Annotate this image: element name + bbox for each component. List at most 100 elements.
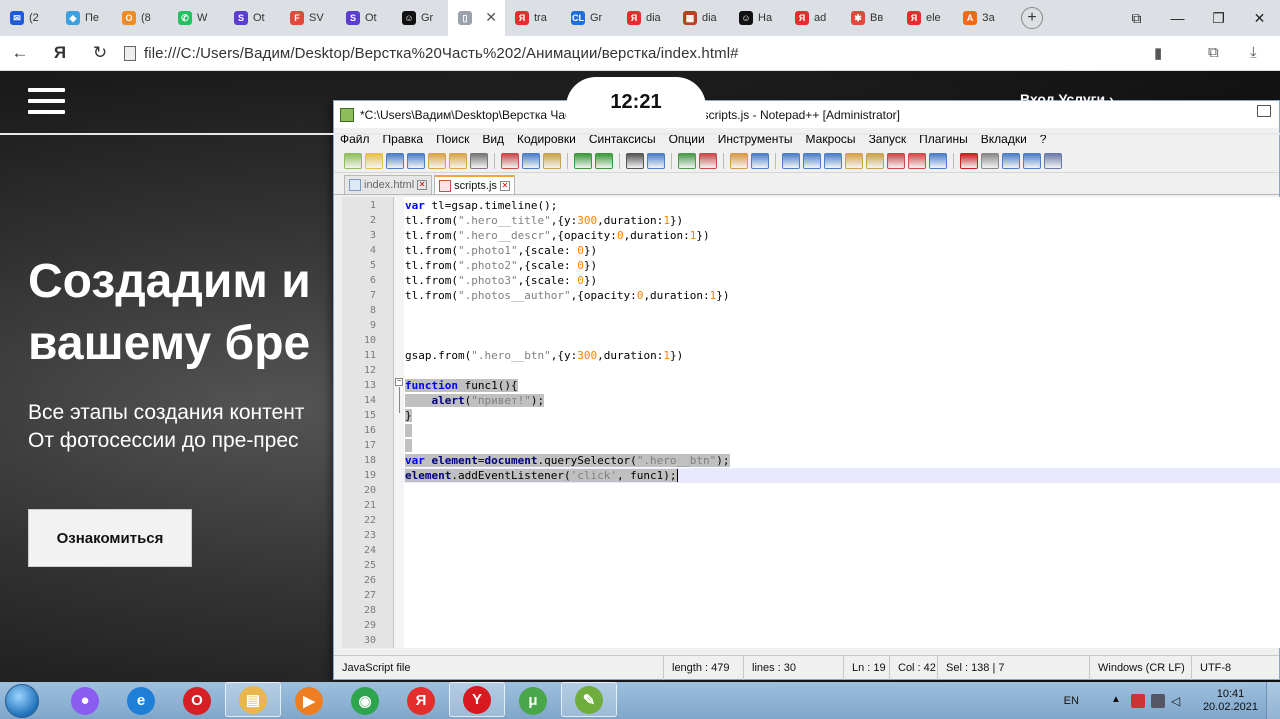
taskbar-app-utorrent[interactable]: μ [505,682,561,719]
language-indicator[interactable]: EN [1064,695,1079,707]
bookmark-icon[interactable]: ▮ [1154,44,1162,62]
show-desktop-button[interactable] [1266,682,1280,719]
toolbar-button-icon[interactable] [803,152,821,169]
start-button[interactable] [5,683,39,718]
npp-doc-tab-label: index.html [364,179,415,191]
tab-list-button[interactable]: ⧉ [1116,10,1157,27]
tab-favicon-icon: ◆ [66,11,80,25]
toolbar-button-icon[interactable] [365,152,383,169]
toolbar-button-icon[interactable] [407,152,425,169]
toolbar-button-icon[interactable] [887,152,905,169]
npp-doc-tab[interactable]: index.html ✕ [344,175,433,194]
browser-tab[interactable]: ✱ Вв [841,0,897,36]
browser-tab[interactable]: ▦ dia [673,0,729,36]
toolbar-button-icon[interactable] [824,152,842,169]
yandex-logo-icon[interactable]: Я [40,43,80,63]
taskbar-app-ie[interactable]: e [113,682,169,719]
taskbar-app-notepadpp[interactable]: ✎ [561,682,617,717]
toolbar-button-icon[interactable] [1044,152,1062,169]
toolbar-button-icon[interactable] [866,152,884,169]
download-icon[interactable]: ⤓ [1250,44,1257,61]
status-encoding[interactable]: UTF-8 [1192,656,1239,680]
toolbar-button-icon[interactable] [678,152,696,169]
toolbar-button-icon[interactable] [522,152,540,169]
toolbar-button-icon[interactable] [595,152,613,169]
toolbar-button-icon[interactable] [782,152,800,169]
toolbar-button-icon[interactable] [449,152,467,169]
fold-margin[interactable]: − [394,197,404,648]
hero-button[interactable]: Ознакомиться [28,509,192,567]
browser-tab[interactable]: Яdia [617,0,673,36]
tab-close-icon[interactable]: ✕ [485,9,497,26]
toolbar-button-icon[interactable] [1023,152,1041,169]
toolbar-button-icon[interactable] [386,152,404,169]
taskbar-app-yandex[interactable]: Я [393,682,449,719]
toolbar-button-icon[interactable] [574,152,592,169]
tray-date: 20.02.2021 [1202,700,1258,713]
network-icon[interactable] [1150,693,1165,708]
browser-tab[interactable]: ▯ ✕ [448,0,505,36]
toolbar-button-icon[interactable] [543,152,561,169]
browser-tab[interactable]: CL Gr [561,0,617,36]
browser-tab[interactable]: Яad [785,0,841,36]
browser-tab[interactable]: S Ot [224,0,280,36]
taskbar-app-explorer[interactable]: ▤ [225,682,281,717]
toolbar-button-icon[interactable] [501,152,519,169]
toolbar-button-icon[interactable] [428,152,446,169]
toolbar-button-icon[interactable] [699,152,717,169]
tab-label: (2 [29,12,39,24]
toolbar-button-icon[interactable] [470,152,488,169]
toolbar-button-icon[interactable] [845,152,863,169]
browser-tab[interactable]: Яele [897,0,953,36]
browser-tab[interactable]: ✉ (2 [0,0,56,36]
fold-marker-icon[interactable]: − [395,378,403,386]
volume-icon[interactable]: ◁ [1171,694,1185,708]
new-tab-button[interactable]: + [1021,7,1043,29]
reload-button[interactable]: ↻ [80,43,120,63]
toolbar-button-icon[interactable] [1002,152,1020,169]
taskbar-app-chrome[interactable]: ◉ [337,682,393,719]
taskbar-app-alice[interactable]: ● [57,682,113,719]
browser-tab[interactable]: ◆ Пе [56,0,112,36]
tray-clock[interactable]: 10:41 20.02.2021 [1203,688,1258,714]
back-button[interactable]: ← [0,43,40,63]
toolbar-button-icon[interactable] [647,152,665,169]
taskbar-app-opera[interactable]: O [169,682,225,719]
tray-warning-icon[interactable] [1130,693,1145,708]
toolbar-button-icon[interactable] [981,152,999,169]
browser-tab[interactable]: ✆ W [168,0,224,36]
taskbar-app-media[interactable]: ▶ [281,682,337,719]
close-button[interactable]: ✕ [1239,10,1280,27]
browser-tab[interactable]: F SV [280,0,336,36]
toolbar-button-icon[interactable] [344,152,362,169]
top-nav[interactable]: Вход Услуги › [1020,91,1114,107]
url-field[interactable]: file:///C:/Users/Вадим/Desktop/Верстка%2… [144,45,739,62]
code-area[interactable]: var tl=gsap.timeline(); tl.from(".hero__… [404,197,1280,648]
browser-tab[interactable]: ☺ Gr [392,0,448,36]
code-editor[interactable]: 1 2 3 4 5 6 7 8 9 10 11 12 13 14 15 16 17 18 19 20 21 22 23 24 2… [342,197,1280,648]
browser-tab[interactable]: ☺ Ha [729,0,785,36]
browser-tab[interactable]: Яtra [505,0,561,36]
browser-tab[interactable]: A За [953,0,1009,36]
toolbar-button-icon[interactable] [751,152,769,169]
npp-doc-tab[interactable]: scripts.js ✕ [434,175,515,194]
taskbar-app-yandex-browser[interactable]: Y [449,682,505,717]
toolbar-button-icon[interactable] [929,152,947,169]
tray-arrow-icon[interactable]: ▲ [1111,694,1125,708]
minimize-icon[interactable] [1257,105,1271,117]
npp-menu-bar: Файл Правка Поиск Вид Кодировки Синтаксисы Опц… [334,128,1279,149]
minimize-button[interactable]: — [1157,10,1198,26]
hamburger-menu-icon[interactable] [28,88,65,114]
toolbar-button-icon[interactable] [908,152,926,169]
line-number: 3 [369,230,376,241]
tab-close-icon[interactable]: ✕ [499,180,510,191]
status-eol[interactable]: Windows (CR LF) [1090,655,1192,680]
tab-close-icon[interactable]: ✕ [417,180,428,190]
toolbar-button-icon[interactable] [730,152,748,169]
maximize-button[interactable]: ❐ [1198,10,1239,27]
toolbar-button-icon[interactable] [626,152,644,169]
browser-tab[interactable]: О (8 [112,0,168,36]
toolbar-button-icon[interactable] [960,152,978,169]
collections-icon[interactable]: ⧉ [1208,44,1219,61]
browser-tab[interactable]: S Ot [336,0,392,36]
